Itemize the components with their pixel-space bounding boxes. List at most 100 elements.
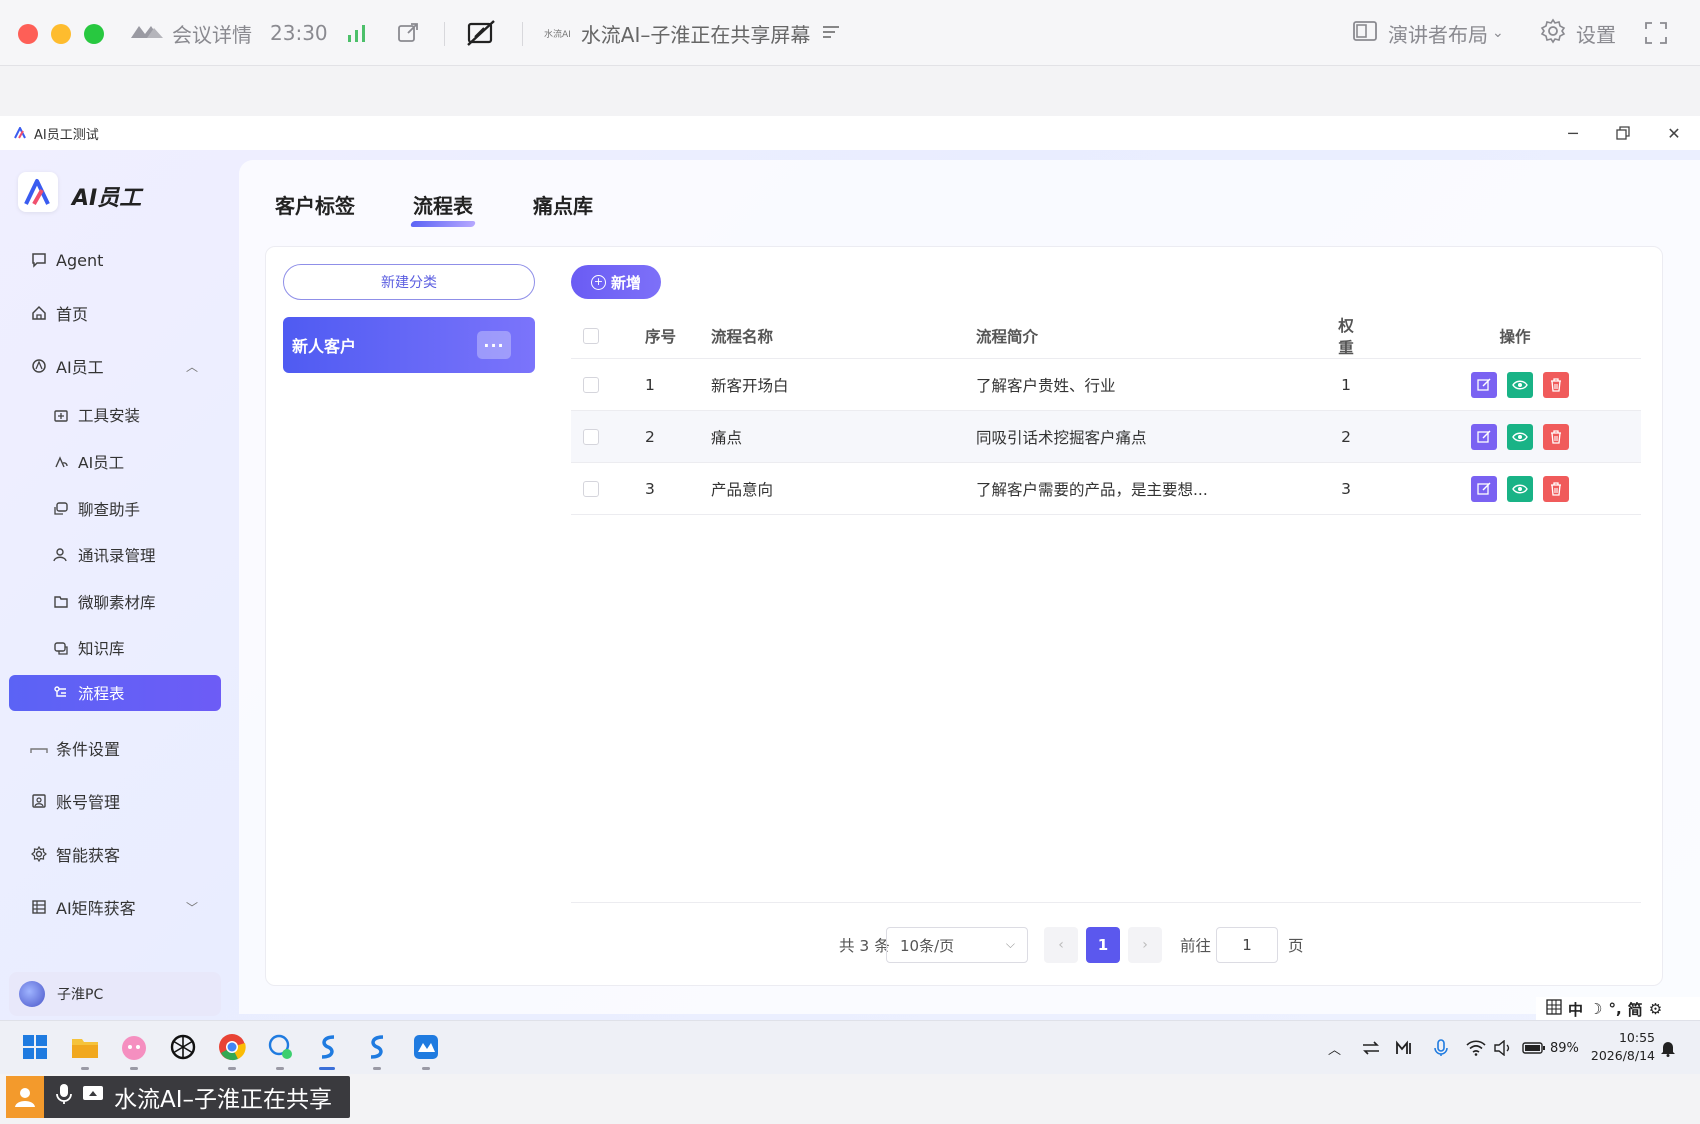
prev-page-button[interactable]: ‹ bbox=[1044, 927, 1078, 963]
popout-icon[interactable] bbox=[396, 18, 420, 48]
system-clock[interactable]: 10:55 2026/8/14 bbox=[1585, 1029, 1655, 1065]
add-button[interactable]: + 新增 bbox=[571, 265, 661, 299]
wifi-icon[interactable] bbox=[1466, 1035, 1486, 1061]
delete-icon[interactable] bbox=[1543, 423, 1569, 450]
battery-status[interactable]: 89% bbox=[1522, 1035, 1579, 1061]
volume-icon[interactable] bbox=[1494, 1035, 1512, 1061]
app-tray-icon[interactable] bbox=[1396, 1035, 1414, 1061]
close-window-button[interactable] bbox=[18, 24, 38, 44]
ime-chinese-mode[interactable]: 中 bbox=[1568, 999, 1583, 1020]
chat-app-icon[interactable] bbox=[265, 1032, 295, 1062]
close-icon[interactable]: ✕ bbox=[1663, 122, 1685, 144]
main-panel: 客户标签 流程表 痛点库 新建分类 新人客户 ··· + 新增 序号 流程名称 … bbox=[239, 160, 1700, 1014]
notification-bell-icon[interactable] bbox=[1660, 1035, 1676, 1061]
microphone-icon[interactable] bbox=[1434, 1035, 1448, 1061]
meeting-details-button[interactable]: 会议详情 bbox=[130, 18, 252, 48]
sidebar-item-flow-table[interactable]: 流程表 bbox=[9, 675, 221, 711]
sidebar-item-ai-matrix[interactable]: AI矩阵获客 ﹀ bbox=[0, 887, 238, 927]
punctuation-icon[interactable]: °, bbox=[1608, 1000, 1621, 1018]
sidebar-item-chat-assistant[interactable]: 聊查助手 bbox=[0, 489, 238, 529]
sidebar-item-material-library[interactable]: 微聊素材库 bbox=[0, 582, 238, 622]
table-row[interactable]: 1 新客开场白 了解客户贵姓、行业 1 bbox=[571, 359, 1641, 411]
shuiliu-app-icon-2[interactable] bbox=[362, 1032, 392, 1062]
sidebar-item-label: 通讯录管理 bbox=[78, 547, 156, 565]
file-explorer-icon[interactable] bbox=[70, 1032, 100, 1062]
fullscreen-icon[interactable] bbox=[1644, 18, 1668, 48]
tab-pain-points[interactable]: 痛点库 bbox=[533, 190, 593, 219]
flow-table: 序号 流程名称 流程简介 权重 操作 1 新客开场白 了解客户贵姓、行业 1 2… bbox=[571, 313, 1641, 515]
sidebar-item-contacts[interactable]: 通讯录管理 bbox=[0, 535, 238, 575]
sidebar-item-label: 知识库 bbox=[78, 640, 125, 658]
sidebar-item-account-management[interactable]: 账号管理 bbox=[0, 781, 238, 821]
edit-icon[interactable] bbox=[1471, 371, 1497, 398]
new-category-button[interactable]: 新建分类 bbox=[283, 264, 535, 300]
share-brand-label: 水流AI bbox=[544, 29, 571, 40]
taskbar-indicator bbox=[373, 1067, 381, 1070]
network-sync-icon[interactable] bbox=[1362, 1035, 1380, 1061]
meeting-app-icon[interactable] bbox=[411, 1032, 441, 1062]
divider bbox=[522, 22, 523, 46]
chrome-icon[interactable] bbox=[217, 1032, 247, 1062]
row-checkbox[interactable] bbox=[583, 428, 599, 445]
row-checkbox[interactable] bbox=[583, 376, 599, 393]
user-profile[interactable]: 子淮PC bbox=[9, 972, 221, 1016]
openai-icon[interactable] bbox=[168, 1032, 198, 1062]
cat-app-icon[interactable] bbox=[119, 1032, 149, 1062]
sidebar-item-condition-settings[interactable]: 条件设置 bbox=[0, 728, 238, 768]
home-icon bbox=[30, 304, 48, 322]
tab-customer-tags[interactable]: 客户标签 bbox=[275, 190, 355, 219]
view-icon[interactable] bbox=[1507, 475, 1533, 502]
maximize-window-button[interactable] bbox=[84, 24, 104, 44]
gear-icon[interactable]: ⚙ bbox=[1649, 1000, 1662, 1018]
annotate-off-icon[interactable] bbox=[466, 18, 496, 48]
sidebar-item-ai-employee-group[interactable]: AI员工 ︿ bbox=[0, 346, 238, 386]
page-size-select[interactable]: 10条/页 ⌵ bbox=[886, 927, 1028, 963]
delete-icon[interactable] bbox=[1543, 475, 1569, 502]
sidebar-item-smart-acquisition[interactable]: 智能获客 bbox=[0, 834, 238, 874]
tab-flow-table[interactable]: 流程表 bbox=[413, 190, 473, 219]
sidebar-item-tool-install[interactable]: 工具安装 bbox=[0, 395, 238, 435]
select-all-checkbox[interactable] bbox=[583, 327, 599, 344]
moon-icon[interactable]: ☽ bbox=[1589, 1000, 1602, 1018]
row-checkbox[interactable] bbox=[583, 480, 599, 497]
view-icon[interactable] bbox=[1507, 371, 1533, 398]
share-info[interactable]: 水流AI 水流AI–子淮正在共享屏幕 bbox=[544, 18, 840, 48]
sidebar-item-label: 流程表 bbox=[78, 685, 125, 703]
minimize-window-button[interactable] bbox=[51, 24, 71, 44]
windows-start-icon[interactable] bbox=[20, 1032, 50, 1062]
current-page-button[interactable]: 1 bbox=[1086, 927, 1120, 963]
shuiliu-app-icon[interactable] bbox=[313, 1032, 343, 1062]
delete-icon[interactable] bbox=[1543, 371, 1569, 398]
minimize-icon[interactable]: ─ bbox=[1562, 122, 1584, 144]
sidebar-item-knowledge-base[interactable]: 知识库 bbox=[0, 628, 238, 668]
edit-icon[interactable] bbox=[1471, 475, 1497, 502]
category-item[interactable]: 新人客户 ··· bbox=[283, 317, 535, 373]
meeting-gap bbox=[0, 66, 1700, 116]
edit-icon[interactable] bbox=[1471, 423, 1497, 450]
matrix-icon bbox=[30, 898, 48, 916]
sidebar-item-label: 微聊素材库 bbox=[78, 594, 156, 612]
sharing-banner[interactable]: 水流AI–子淮正在共享 bbox=[6, 1076, 350, 1118]
restore-icon[interactable] bbox=[1612, 122, 1634, 144]
sidebar-item-home[interactable]: 首页 bbox=[0, 293, 238, 333]
contacts-icon bbox=[52, 546, 70, 564]
microphone-icon bbox=[56, 1083, 72, 1111]
pagination-total: 共 3 条 bbox=[839, 937, 890, 955]
next-page-button[interactable]: › bbox=[1128, 927, 1162, 963]
sidebar-item-ai-employee[interactable]: AI员工 bbox=[0, 442, 238, 482]
sidebar-item-label: AI矩阵获客 bbox=[56, 899, 136, 918]
ime-simplified-mode[interactable]: 简 bbox=[1628, 999, 1643, 1020]
chevron-up-icon[interactable]: ︿ bbox=[1328, 1035, 1341, 1061]
divider bbox=[571, 902, 1641, 903]
goto-page-input[interactable]: 1 bbox=[1216, 927, 1278, 963]
table-row[interactable]: 3 产品意向 了解客户需要的产品，是主要想... 3 bbox=[571, 463, 1641, 515]
sidebar-item-label: 智能获客 bbox=[56, 846, 121, 865]
sidebar-item-agent[interactable]: Agent bbox=[0, 240, 238, 280]
view-icon[interactable] bbox=[1507, 423, 1533, 450]
more-icon[interactable]: ··· bbox=[477, 331, 511, 359]
speaker-layout-button[interactable]: 演讲者布局 ⌄ bbox=[1352, 18, 1504, 48]
keyboard-icon[interactable] bbox=[1546, 999, 1562, 1019]
table-row[interactable]: 2 痛点 同吸引话术挖掘客户痛点 2 bbox=[571, 411, 1641, 463]
row-index: 1 bbox=[645, 375, 655, 394]
settings-button[interactable]: 设置 bbox=[1540, 18, 1616, 48]
